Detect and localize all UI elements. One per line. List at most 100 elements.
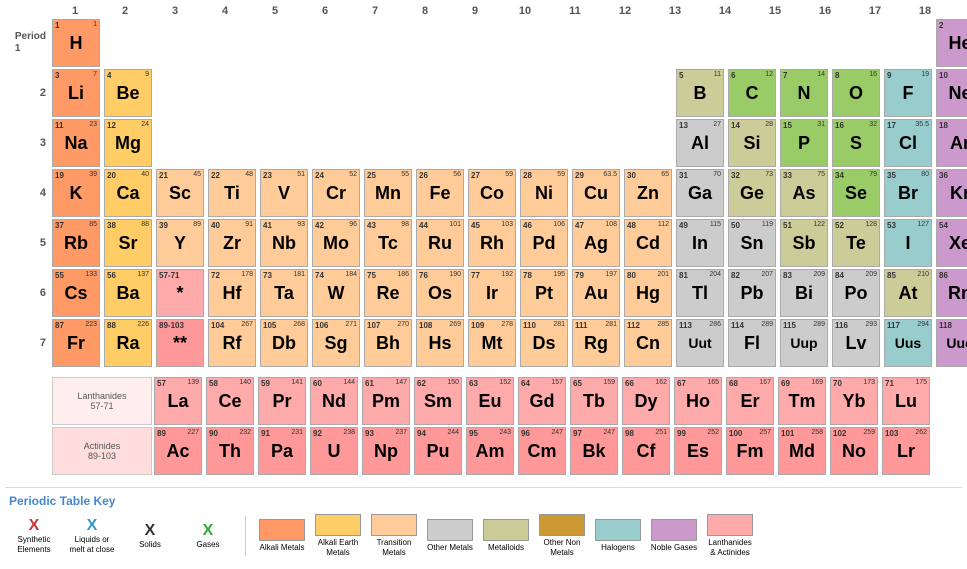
element-cell: 97247Bk xyxy=(570,427,618,475)
key-symbol-item: XSolids xyxy=(125,522,175,550)
group-header: 15 xyxy=(750,5,800,17)
element-cell: 98251Cf xyxy=(622,427,670,475)
element-symbol: Lu xyxy=(895,392,917,410)
empty-cell xyxy=(728,19,776,67)
empty-cell xyxy=(156,69,204,117)
element-cell: 3375As xyxy=(780,169,828,217)
group-header: 11 xyxy=(550,5,600,17)
key-title: Periodic Table Key xyxy=(9,494,958,508)
period-row: 41939K2040Ca2145Sc2248Ti2351V2452Cr2555M… xyxy=(5,169,962,217)
atomic-mass: 127 xyxy=(917,221,929,228)
atomic-mass: 251 xyxy=(655,429,667,436)
element-symbol: Cd xyxy=(636,234,660,252)
element-cell: 1224Mg xyxy=(104,119,152,167)
empty-cell xyxy=(156,19,204,67)
atomic-mass: 237 xyxy=(395,429,407,436)
element-symbol: Rh xyxy=(480,234,504,252)
atomic-mass: 165 xyxy=(707,379,719,386)
atomic-number: 14 xyxy=(731,121,740,130)
element-symbol: Ra xyxy=(116,334,139,352)
atomic-number: 69 xyxy=(781,379,790,388)
atomic-mass: 103 xyxy=(501,221,513,228)
group-header: 16 xyxy=(800,5,850,17)
atomic-number: 109 xyxy=(471,321,484,330)
element-cell: 88226Ra xyxy=(104,319,152,367)
element-symbol: Eu xyxy=(478,392,501,410)
element-cell: 612C xyxy=(728,69,776,117)
key-symbol-label: Gases xyxy=(196,540,219,550)
key-color-item: Other Metals xyxy=(426,519,474,553)
element-cell: 106271Sg xyxy=(312,319,360,367)
atomic-mass: 56 xyxy=(453,171,461,178)
element-cell: 93237Np xyxy=(362,427,410,475)
element-cell: 87223Fr xyxy=(52,319,100,367)
empty-cell xyxy=(208,19,256,67)
atomic-number: 8 xyxy=(835,71,839,80)
element-cell: 11H xyxy=(52,19,100,67)
key-symbol-item: XLiquids ormelt at close xyxy=(67,517,117,554)
element-cell: 99252Es xyxy=(674,427,722,475)
element-cell: 70173Yb xyxy=(830,377,878,425)
empty-cell xyxy=(520,69,568,117)
empty-cell xyxy=(416,119,464,167)
element-cell: 2759Co xyxy=(468,169,516,217)
atomic-number: 64 xyxy=(521,379,530,388)
element-symbol: Te xyxy=(846,234,866,252)
atomic-mass: 112 xyxy=(658,221,669,228)
element-symbol: Pd xyxy=(532,234,555,252)
key-color-box xyxy=(371,514,417,536)
atomic-number: 32 xyxy=(731,171,740,180)
period-label: 5 xyxy=(5,219,50,267)
atomic-number: 24 xyxy=(315,171,324,180)
element-symbol: Bi xyxy=(795,284,813,302)
atomic-mass: 19 xyxy=(921,71,929,78)
element-symbol: Ho xyxy=(686,392,710,410)
element-cell: 51122Sb xyxy=(780,219,828,267)
period-row: 787223Fr88226Ra89-103**104267Rf105268Db1… xyxy=(5,319,962,367)
atomic-number: 60 xyxy=(313,379,322,388)
atomic-number: 43 xyxy=(367,221,376,230)
atomic-mass: 223 xyxy=(85,321,97,328)
atomic-mass: 226 xyxy=(137,321,149,328)
atomic-number: 33 xyxy=(783,171,792,180)
element-symbol: Er xyxy=(740,392,759,410)
atomic-number: 9 xyxy=(887,71,891,80)
atomic-mass: 262 xyxy=(915,429,927,436)
element-symbol: Au xyxy=(584,284,608,302)
atomic-number: 57-71 xyxy=(159,271,179,280)
atomic-mass: 140 xyxy=(239,379,251,386)
atomic-number: 31 xyxy=(679,171,688,180)
atomic-number: 50 xyxy=(731,221,740,230)
atomic-number: 99 xyxy=(677,429,686,438)
element-cell: 100257Fm xyxy=(726,427,774,475)
atomic-mass: 231 xyxy=(291,429,303,436)
element-cell: 68167Er xyxy=(726,377,774,425)
empty-cell xyxy=(260,69,308,117)
atomic-mass: 247 xyxy=(551,429,563,436)
element-symbol: B xyxy=(694,84,707,102)
element-symbol: Rf xyxy=(223,334,242,352)
atomic-mass: 289 xyxy=(813,321,825,328)
atomic-number: 28 xyxy=(523,171,532,180)
element-cell: 59141Pr xyxy=(258,377,306,425)
atomic-number: 77 xyxy=(471,271,480,280)
atomic-number: 21 xyxy=(159,171,168,180)
atomic-number: 29 xyxy=(575,171,584,180)
group-headers: 123456789101112131415161718 xyxy=(5,5,962,17)
atomic-number: 51 xyxy=(783,221,792,230)
atomic-mass: 133 xyxy=(85,271,97,278)
element-symbol: N xyxy=(798,84,811,102)
empty-cell xyxy=(312,119,360,167)
element-cell: 66162Dy xyxy=(622,377,670,425)
atomic-mass: 181 xyxy=(293,271,305,278)
key-color-label: Alkali EarthMetals xyxy=(318,538,358,557)
atomic-mass: 173 xyxy=(863,379,875,386)
atomic-mass: 39 xyxy=(89,171,97,178)
element-symbol: Yb xyxy=(842,392,865,410)
atomic-mass: 137 xyxy=(137,271,149,278)
atomic-mass: 167 xyxy=(759,379,771,386)
atomic-number: 101 xyxy=(781,429,794,438)
atomic-number: 97 xyxy=(573,429,582,438)
element-cell: 105268Db xyxy=(260,319,308,367)
atomic-number: 81 xyxy=(679,271,688,280)
